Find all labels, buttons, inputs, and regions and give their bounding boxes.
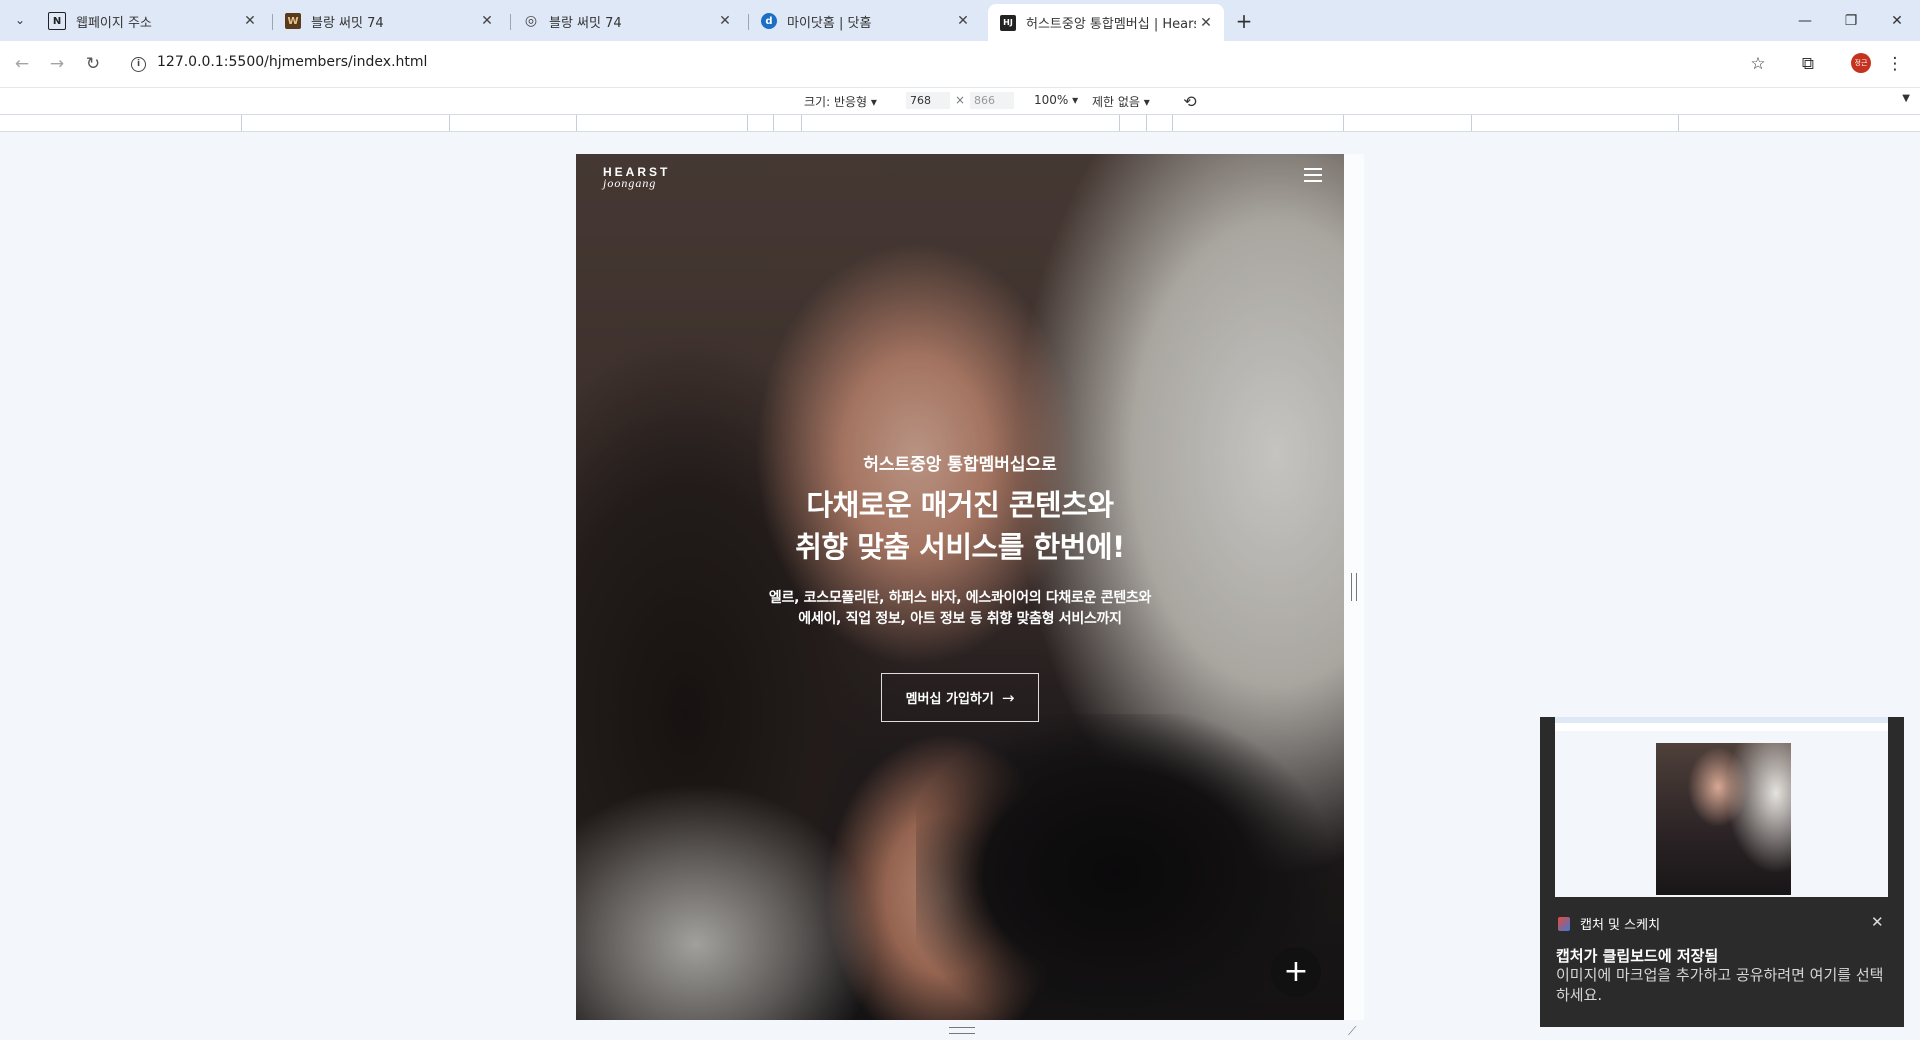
globe-icon: ◎ [524,13,538,29]
hero-title-line-2: 취향 맞춤 서비스를 한번에! [795,530,1125,564]
hamburger-menu-icon[interactable] [1304,168,1322,182]
capture-thumbnail[interactable] [1555,717,1888,897]
viewport-width-input[interactable]: 768 [906,92,950,109]
hero-image-overlay [576,154,1344,1020]
tab-title: 블랑 써밋 74 [549,15,622,31]
viewport-corner-resize-icon[interactable]: ⟋ [1348,1024,1356,1039]
new-tab-icon[interactable]: + [1232,6,1256,36]
arrow-right-icon: → [1001,688,1015,707]
hj-icon: HJ [1000,14,1016,31]
capture-thumbnail-image [1656,743,1791,895]
restore-icon[interactable]: ❐ [1828,0,1874,41]
hero-title: 다채로운 매거진 콘텐츠와 취향 맞춤 서비스를 한번에! [576,484,1344,568]
address-bar[interactable]: 127.0.0.1:5500/hjmembers/index.html [157,54,427,70]
tab-title: 마이닷홈 | 닷홈 [787,15,872,31]
reload-icon[interactable]: ↻ [80,51,106,77]
hero-section: HEARST joongang 허스트중앙 통합멤버십으로 다채로운 매거진 콘… [576,154,1344,1020]
hero-subtitle: 허스트중앙 통합멤버십으로 [863,455,1057,475]
device-options-chevron-icon[interactable]: ▼ [1902,93,1910,104]
toast-app-name: 캡처 및 스케치 [1580,918,1661,933]
toast-body: 이미지에 마크업을 추가하고 공유하려면 여기를 선택하세요. [1556,966,1884,1004]
dimension-separator: × [955,93,966,107]
floating-plus-button[interactable]: + [1271,947,1321,997]
media-query-ruler[interactable] [0,114,1920,132]
viewport-height-resize-handle[interactable] [949,1027,975,1034]
rotate-icon[interactable]: ⟲ [1180,91,1200,111]
tab-hearst-joongang[interactable]: HJ 허스트중앙 통합멤버십 | Hears ✕ [988,4,1224,41]
close-tab-icon[interactable]: ✕ [477,13,497,29]
toast-title: 캡처가 클립보드에 저장됨 [1556,947,1719,965]
snip-notification[interactable]: 캡처 및 스케치 ✕ 캡처가 클립보드에 저장됨 이미지에 마크업을 추가하고 … [1540,717,1904,1027]
device-toolbar: 크기: 반응형 ▾ 768 × 866 100% ▾ 제한 없음 ▾ ⟲ ▼ [0,88,1920,114]
browser-toolbar: ← → ↻ i 127.0.0.1:5500/hjmembers/index.h… [0,41,1920,88]
tab-blanc-summit-2[interactable]: ◎ 블랑 써밋 74 ✕ [511,6,743,36]
viewport-width-resize-handle[interactable] [1351,573,1357,601]
tab-webpage-address[interactable]: N 웹페이지 주소 ✕ [36,6,268,36]
viewport-height-input[interactable]: 866 [970,92,1014,109]
back-icon[interactable]: ← [9,51,35,77]
hero-title-line-1: 다채로운 매거진 콘텐츠와 [806,488,1114,522]
tab-search-chevron-icon[interactable]: ⌄ [6,8,34,32]
extensions-icon[interactable]: ⧉ [1795,51,1821,77]
close-notification-icon[interactable]: ✕ [1871,913,1884,931]
join-membership-label: 멤버십 가입하기 [905,692,994,707]
device-size-select[interactable]: 크기: 반응형 ▾ [804,93,877,110]
blanc-icon: W [285,13,301,29]
tab-title: 블랑 써밋 74 [311,15,384,31]
profile-avatar[interactable]: 정근 [1851,53,1871,73]
close-tab-icon[interactable]: ✕ [715,13,735,29]
join-membership-button[interactable]: 멤버십 가입하기 → [881,673,1039,722]
site-logo[interactable]: HEARST joongang [603,166,670,189]
tab-title: 웹페이지 주소 [76,15,152,31]
snip-sketch-icon [1558,916,1570,931]
tab-dothome[interactable]: d 마이닷홈 | 닷홈 ✕ [749,6,981,36]
bookmark-star-icon[interactable]: ☆ [1745,51,1771,77]
tab-strip: ⌄ N 웹페이지 주소 ✕ W 블랑 써밋 74 ✕ ◎ 블랑 써밋 74 ✕ … [0,0,1920,41]
zoom-select[interactable]: 100% ▾ [1034,93,1078,107]
hero-description: 엘르, 코스모폴리탄, 하퍼스 바자, 에스콰이어의 다채로운 콘텐츠와 에세이… [576,588,1344,630]
close-window-icon[interactable]: ✕ [1874,0,1920,41]
toast-app-header: 캡처 및 스케치 [1558,914,1660,933]
dothome-icon: d [761,13,777,29]
tab-blanc-summit-1[interactable]: W 블랑 써밋 74 ✕ [273,6,505,36]
minimize-icon[interactable]: — [1782,0,1828,41]
close-tab-icon[interactable]: ✕ [1196,15,1216,31]
close-tab-icon[interactable]: ✕ [240,13,260,29]
hero-description-line-2: 에세이, 직업 정보, 아트 정보 등 취향 맞춤형 서비스까지 [798,611,1122,627]
hero-description-line-1: 엘르, 코스모폴리탄, 하퍼스 바자, 에스콰이어의 다채로운 콘텐츠와 [768,590,1152,606]
throttle-select[interactable]: 제한 없음 ▾ [1092,93,1150,110]
close-tab-icon[interactable]: ✕ [953,13,973,29]
notion-icon: N [48,12,66,30]
forward-icon[interactable]: → [44,51,70,77]
more-menu-icon[interactable]: ⋮ [1882,51,1908,77]
tab-title: 허스트중앙 통합멤버십 | Hears [1026,17,1196,32]
site-info-icon[interactable]: i [131,57,146,72]
